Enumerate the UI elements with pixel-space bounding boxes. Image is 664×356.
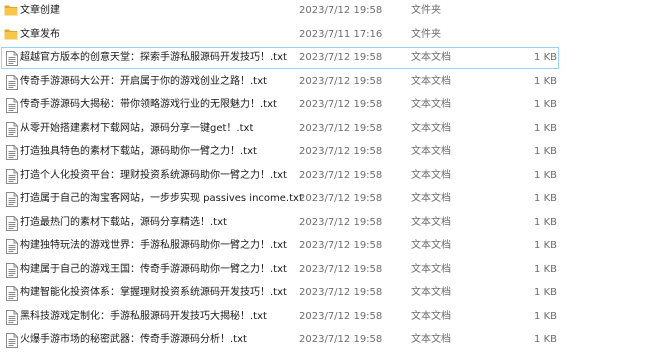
file-size: 1 KB bbox=[534, 146, 557, 157]
file-modified-date: 2023/7/12 19:58 bbox=[299, 334, 383, 345]
text-file-icon bbox=[6, 168, 20, 184]
text-file-icon bbox=[6, 121, 20, 137]
file-row[interactable]: 黑科技游戏定制化：手游私服源码开发技巧大揭秘！.txt 2023/7/12 19:… bbox=[0, 306, 664, 329]
text-file-icon bbox=[6, 74, 20, 90]
file-name: 文章创建 bbox=[20, 5, 60, 16]
file-modified-date: 2023/7/12 19:58 bbox=[299, 75, 383, 87]
file-name: 打造个人化投资平台：理财投资系统源码助你一臂之力！.txt bbox=[20, 169, 287, 181]
file-size: 1 KB bbox=[534, 216, 557, 228]
file-size: 1 KB bbox=[534, 263, 557, 275]
file-modified-date: 2023/7/12 19:58 bbox=[299, 122, 383, 134]
file-modified-date: 2023/7/12 19:58 bbox=[299, 99, 383, 110]
file-row[interactable]: 从零开始搭建素材下载网站，源码分享一键get！.txt 2023/7/12 19:… bbox=[0, 118, 664, 141]
file-row[interactable]: 火爆手游市场的秘密武器：传奇手游源码分析！.txt 2023/7/12 19:58… bbox=[0, 329, 664, 352]
file-list: 文章创建 2023/7/12 19:58 文件夹 文章发布 2023/7/11 17:1… bbox=[0, 0, 664, 356]
file-modified-date: 2023/7/12 19:58 bbox=[299, 310, 383, 322]
file-type: 文本文档 bbox=[411, 193, 451, 204]
file-row[interactable]: 打造最热门的素材下载站，源码分享精选！.txt 2023/7/12 19:58 文本… bbox=[0, 212, 664, 235]
text-file-icon bbox=[6, 145, 20, 160]
file-name: 传奇手游源码大公开：开启属于你的游戏创业之路！.txt bbox=[20, 75, 267, 87]
file-name: 火爆手游市场的秘密武器：传奇手游源码分析！.txt bbox=[20, 334, 247, 345]
file-size: 1 KB bbox=[534, 240, 557, 251]
file-type: 文本文档 bbox=[411, 287, 451, 298]
text-file-icon bbox=[6, 215, 20, 231]
file-size: 1 KB bbox=[534, 310, 557, 322]
file-type: 文本文档 bbox=[411, 99, 451, 110]
file-size: 1 KB bbox=[534, 334, 557, 345]
folder-icon bbox=[4, 28, 18, 43]
file-name: 构建属于自己的游戏王国：传奇手游源码助你一臂之力！.txt bbox=[20, 263, 287, 275]
file-name: 构建智能化投资体系：掌握理财投资系统源码开发技巧！.txt bbox=[20, 287, 287, 298]
file-size: 1 KB bbox=[534, 122, 557, 134]
file-name: 传奇手游源码大揭秘：带你领略游戏行业的无限魅力！.txt bbox=[20, 99, 277, 110]
file-size: 1 KB bbox=[534, 99, 557, 110]
folder-row[interactable]: 文章发布 2023/7/11 17:16 文件夹 bbox=[0, 24, 664, 47]
file-modified-date: 2023/7/12 19:58 bbox=[299, 5, 383, 16]
file-size: 1 KB bbox=[534, 193, 557, 204]
file-row[interactable]: 打造独具特色的素材下载站，源码助你一臂之力！.txt 2023/7/12 19:5… bbox=[0, 141, 664, 164]
file-type: 文本文档 bbox=[411, 310, 451, 322]
file-row[interactable]: 打造属于自己的淘宝客网站，一步步实现 passives income.txt 20… bbox=[0, 188, 664, 211]
file-name: 打造独具特色的素材下载站，源码助你一臂之力！.txt bbox=[20, 146, 257, 157]
file-row[interactable]: 超越官方版本的创意天堂：探索手游私服源码开发技巧！.txt 2023/7/12 1… bbox=[0, 47, 664, 70]
file-size: 1 KB bbox=[534, 287, 557, 298]
file-modified-date: 2023/7/12 19:58 bbox=[299, 193, 383, 204]
file-type: 文本文档 bbox=[411, 263, 451, 275]
file-row[interactable]: 构建属于自己的游戏王国：传奇手游源码助你一臂之力！.txt 2023/7/12 1… bbox=[0, 259, 664, 282]
file-modified-date: 2023/7/12 19:58 bbox=[299, 169, 383, 181]
text-file-icon bbox=[6, 309, 20, 325]
file-modified-date: 2023/7/12 19:58 bbox=[299, 263, 383, 275]
file-type: 文本文档 bbox=[411, 240, 451, 251]
text-file-icon bbox=[6, 333, 20, 348]
text-file-icon bbox=[6, 51, 20, 66]
text-file-icon bbox=[6, 192, 20, 207]
folder-icon bbox=[4, 4, 18, 19]
text-file-icon bbox=[6, 262, 20, 278]
file-modified-date: 2023/7/12 19:58 bbox=[299, 216, 383, 228]
file-name: 超越官方版本的创意天堂：探索手游私服源码开发技巧！.txt bbox=[20, 52, 287, 63]
file-type: 文件夹 bbox=[411, 28, 441, 40]
file-name: 构建独特玩法的游戏世界：手游私服源码助你一臂之力！.txt bbox=[20, 240, 287, 251]
file-type: 文本文档 bbox=[411, 334, 451, 345]
file-row[interactable]: 构建智能化投资体系：掌握理财投资系统源码开发技巧！.txt 2023/7/12 1… bbox=[0, 282, 664, 305]
file-modified-date: 2023/7/11 17:16 bbox=[299, 28, 383, 40]
file-name: 打造属于自己的淘宝客网站，一步步实现 passives income.txt bbox=[20, 193, 303, 204]
folder-row[interactable]: 文章创建 2023/7/12 19:58 文件夹 bbox=[0, 0, 664, 23]
file-row[interactable]: 传奇手游源码大公开：开启属于你的游戏创业之路！.txt 2023/7/12 19:… bbox=[0, 71, 664, 94]
text-file-icon bbox=[6, 286, 20, 301]
file-modified-date: 2023/7/12 19:58 bbox=[299, 287, 383, 298]
file-type: 文本文档 bbox=[411, 169, 451, 181]
file-type: 文本文档 bbox=[411, 52, 451, 63]
text-file-icon bbox=[6, 98, 20, 113]
file-type: 文本文档 bbox=[411, 75, 451, 87]
file-row[interactable]: 构建独特玩法的游戏世界：手游私服源码助你一臂之力！.txt 2023/7/12 1… bbox=[0, 235, 664, 258]
file-name: 打造最热门的素材下载站，源码分享精选！.txt bbox=[20, 216, 227, 228]
file-name: 从零开始搭建素材下载网站，源码分享一键get！.txt bbox=[20, 122, 254, 134]
file-type: 文本文档 bbox=[411, 146, 451, 157]
file-name: 文章发布 bbox=[20, 28, 60, 40]
file-name: 黑科技游戏定制化：手游私服源码开发技巧大揭秘！.txt bbox=[20, 310, 267, 322]
file-modified-date: 2023/7/12 19:58 bbox=[299, 240, 383, 251]
file-modified-date: 2023/7/12 19:58 bbox=[299, 52, 383, 63]
text-file-icon bbox=[6, 239, 20, 254]
file-modified-date: 2023/7/12 19:58 bbox=[299, 146, 383, 157]
file-size: 1 KB bbox=[534, 75, 557, 87]
file-type: 文本文档 bbox=[411, 216, 451, 228]
file-size: 1 KB bbox=[534, 52, 557, 63]
file-type: 文本文档 bbox=[411, 122, 451, 134]
file-row[interactable]: 传奇手游源码大揭秘：带你领略游戏行业的无限魅力！.txt 2023/7/12 19… bbox=[0, 94, 664, 117]
file-row[interactable]: 打造个人化投资平台：理财投资系统源码助你一臂之力！.txt 2023/7/12 1… bbox=[0, 165, 664, 188]
file-size: 1 KB bbox=[534, 169, 557, 181]
file-type: 文件夹 bbox=[411, 5, 441, 16]
